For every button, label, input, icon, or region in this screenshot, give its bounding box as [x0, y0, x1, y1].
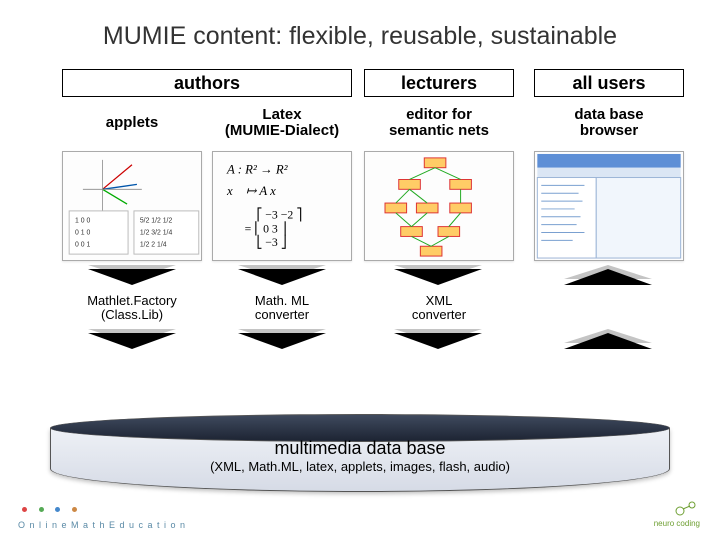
- database-subtitle: (XML, Math.ML, latex, applets, images, f…: [50, 459, 670, 474]
- arrow-down-latex: [238, 269, 326, 285]
- label-applets-text: applets: [106, 115, 159, 131]
- arrow-down-applets: [88, 269, 176, 285]
- converter-editor-l1: XML: [426, 294, 453, 308]
- database-cylinder: multimedia data base (XML, Math.ML, late…: [50, 422, 670, 492]
- thumb-editor: [364, 151, 514, 261]
- arrow-up-browser-1: [564, 269, 652, 285]
- svg-text:1/2 2 1/4: 1/2 2 1/4: [140, 241, 167, 248]
- label-editor: editor for semantic nets: [364, 103, 514, 143]
- svg-text:5/2 1/2 1/2: 5/2 1/2 1/2: [140, 218, 173, 225]
- svg-text:A : R² → R²: A : R² → R²: [226, 163, 288, 177]
- arrow2-down-applets: [88, 333, 176, 349]
- arrow-up-browser-2: [564, 333, 652, 349]
- header-lecturers: lecturers: [364, 69, 514, 97]
- converter-editor-l2: converter: [412, 308, 466, 322]
- svg-text:= ⎢ 0 3 ⎥: = ⎢ 0 3 ⎥: [245, 221, 287, 237]
- svg-text:⎣ −3 ⎦: ⎣ −3 ⎦: [256, 234, 286, 249]
- database-title: multimedia data base: [50, 438, 670, 459]
- svg-text:1 0 0: 1 0 0: [75, 218, 90, 225]
- converter-latex-l1: Math. ML: [255, 294, 309, 308]
- header-users: all users: [534, 69, 684, 97]
- diagram-grid: authors lecturers all users applets Late…: [40, 69, 680, 369]
- converter-applets-l2: (Class.Lib): [101, 308, 163, 322]
- converter-latex: Math. ML converter: [212, 291, 352, 325]
- converter-editor: XML converter: [364, 291, 514, 325]
- label-browser: data base browser: [534, 103, 684, 143]
- svg-text:⎡ −3 −2 ⎤: ⎡ −3 −2 ⎤: [256, 207, 302, 223]
- label-latex: Latex (MUMIE-Dialect): [212, 103, 352, 143]
- svg-text:0 0 1: 0 0 1: [75, 241, 90, 248]
- arrow2-down-editor: [394, 333, 482, 349]
- thumb-browser: [534, 151, 684, 261]
- logo-right: neuro coding: [654, 497, 700, 528]
- thumb-applets: 1 0 0 0 1 0 0 0 1 5/2 1/2 1/2 1/2 3/2 1/…: [62, 151, 202, 261]
- converter-applets: Mathlet.Factory (Class.Lib): [62, 291, 202, 325]
- thumb-latex: A : R² → R² x⃗ ↦ A x⃗ ⎡ −3 −2 ⎤ = ⎢ 0 3 …: [212, 151, 352, 261]
- logo-left: O n l i n e M a t h E d u c a t i o n: [18, 504, 186, 530]
- svg-text:x⃗ ↦ A x⃗: x⃗ ↦ A x⃗: [226, 184, 286, 198]
- label-latex-l2: (MUMIE-Dialect): [225, 123, 339, 139]
- label-editor-l2: semantic nets: [389, 123, 489, 139]
- label-applets: applets: [62, 103, 202, 143]
- svg-text:1/2 3/2 1/4: 1/2 3/2 1/4: [140, 229, 173, 236]
- arrow2-down-latex: [238, 333, 326, 349]
- header-authors: authors: [62, 69, 352, 97]
- label-editor-l1: editor for: [406, 107, 472, 123]
- label-latex-l1: Latex: [262, 107, 301, 123]
- label-browser-l1: data base: [574, 107, 643, 123]
- logo-right-text: neuro coding: [654, 519, 700, 528]
- logo-left-text: O n l i n e M a t h E d u c a t i o n: [18, 520, 186, 530]
- arrow-down-editor: [394, 269, 482, 285]
- svg-text:0 1 0: 0 1 0: [75, 229, 90, 236]
- label-browser-l2: browser: [580, 123, 638, 139]
- converter-latex-l2: converter: [255, 308, 309, 322]
- slide-title: MUMIE content: flexible, reusable, susta…: [0, 0, 720, 69]
- converter-applets-l1: Mathlet.Factory: [87, 294, 177, 308]
